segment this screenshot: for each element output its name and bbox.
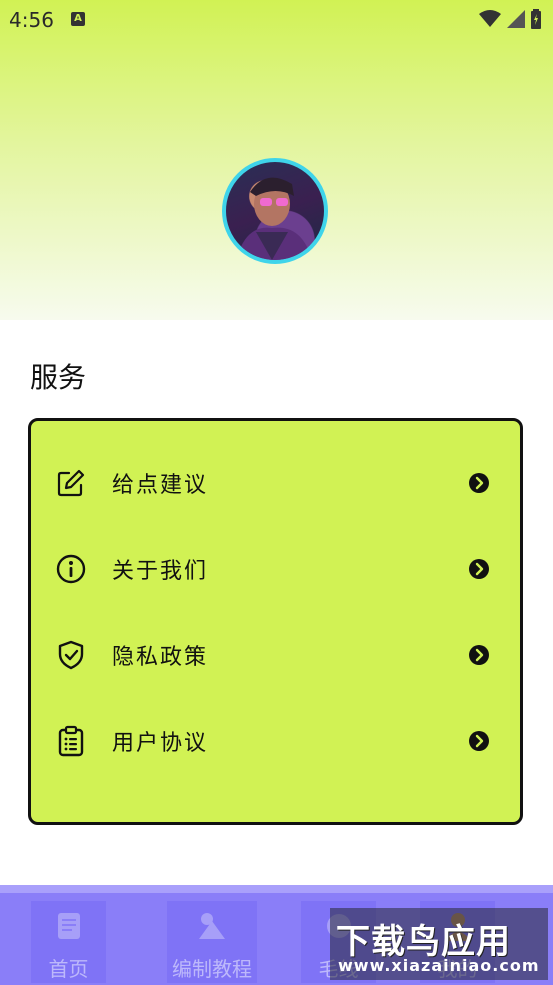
tab-tutorial[interactable]: 编制教程 (167, 901, 257, 983)
user-avatar[interactable] (222, 158, 328, 264)
chevron-right-icon (469, 473, 489, 493)
tab-label: 编制教程 (172, 957, 252, 981)
info-icon (56, 554, 86, 584)
wifi-icon (479, 10, 501, 27)
service-item-label: 隐私政策 (112, 645, 209, 670)
shield-check-icon (58, 640, 84, 670)
clipboard-list-icon (58, 725, 84, 757)
service-item-privacy[interactable]: 隐私政策 (31, 625, 520, 685)
avatar-portrait-icon (236, 177, 312, 260)
watermark-logo: 下载鸟应用 www.xiazainiao.com (330, 908, 548, 980)
service-item-about[interactable]: 关于我们 (31, 539, 520, 599)
signal-icon (507, 10, 525, 28)
service-item-feedback[interactable]: 给点建议 (31, 453, 520, 513)
watermark-url: www.xiazainiao.com (338, 956, 540, 975)
services-title: 服务 (30, 361, 87, 394)
chevron-right-icon (469, 731, 489, 751)
battery-icon (531, 9, 541, 29)
tutorial-icon (199, 913, 225, 939)
status-bar: 4:56 A (0, 0, 553, 40)
edit-icon (57, 469, 85, 497)
tab-home[interactable]: 首页 (31, 901, 106, 983)
status-icons (479, 9, 541, 29)
service-item-label: 给点建议 (112, 473, 209, 498)
service-item-label: 关于我们 (112, 559, 209, 584)
status-time: 4:56 (9, 8, 54, 32)
chevron-right-icon (469, 645, 489, 665)
service-item-user-agreement[interactable]: 用户协议 (31, 711, 520, 771)
notification-badge: A (71, 12, 85, 26)
service-item-label: 用户协议 (112, 731, 209, 756)
chevron-right-icon (469, 559, 489, 579)
tab-label: 首页 (48, 957, 89, 981)
home-scroll-icon (58, 913, 80, 939)
services-card: 给点建议 关于我们 隐私政策 用户协议 (28, 418, 523, 825)
